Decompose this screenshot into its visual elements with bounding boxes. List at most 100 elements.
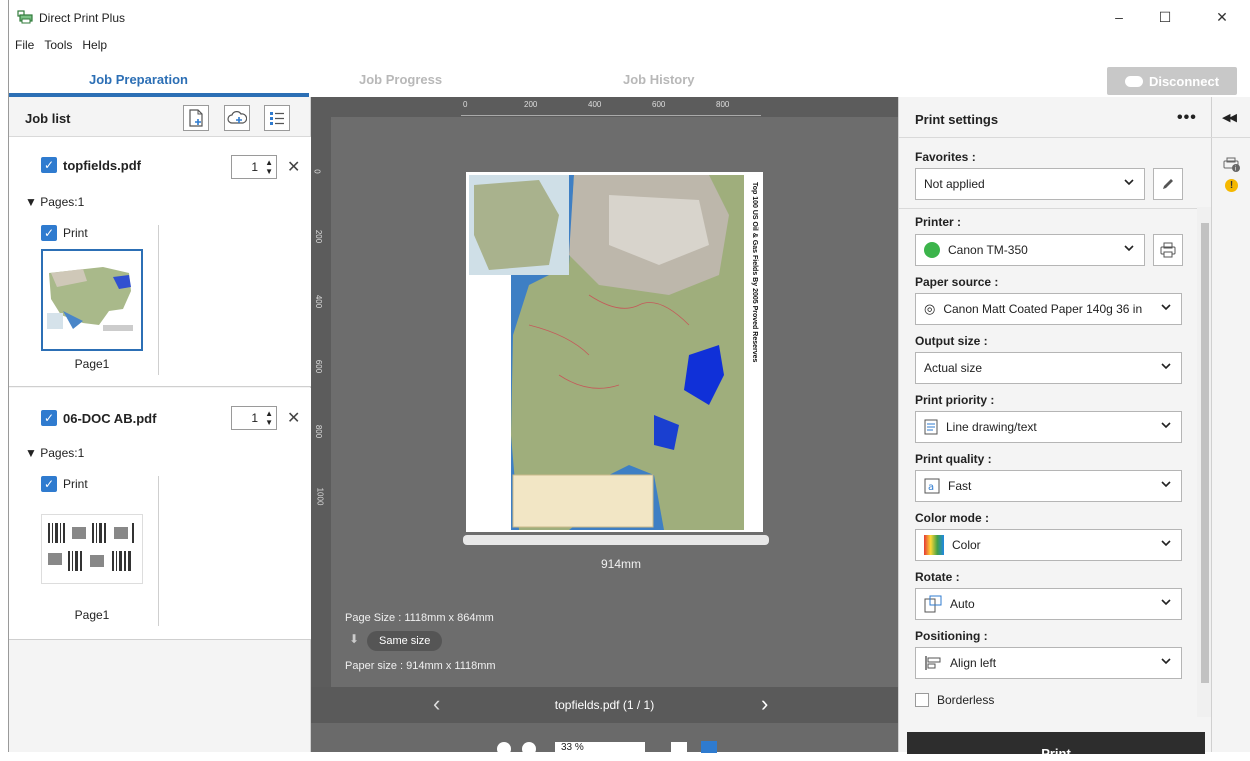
disconnect-button[interactable]: Disconnect xyxy=(1107,67,1237,95)
zoom-input[interactable]: 33 % xyxy=(555,742,645,756)
tab-job-preparation[interactable]: Job Preparation xyxy=(89,72,188,87)
print-settings-panel: Print settings ••• Favorites : Not appli… xyxy=(898,97,1213,761)
ruler-tick: 200 xyxy=(314,229,324,244)
add-file-button[interactable] xyxy=(183,105,209,131)
edit-favorites-button[interactable] xyxy=(1153,168,1183,200)
chevron-down-icon xyxy=(1161,658,1171,665)
next-page-icon[interactable]: › xyxy=(761,691,768,717)
print-checkbox[interactable]: ✓ xyxy=(41,225,57,241)
chevron-down-icon xyxy=(1161,422,1171,429)
preview-area[interactable]: 0 200 400 600 800 0 200 400 600 800 1000 xyxy=(311,97,898,756)
pages-toggle[interactable]: ▼ Pages:1 xyxy=(25,195,84,209)
print-button[interactable]: Print xyxy=(907,732,1205,761)
settings-scrollbar-thumb[interactable] xyxy=(1201,223,1209,683)
borderless-option[interactable]: Borderless xyxy=(915,693,994,707)
paper-preview: Top 100 US Oil & Gas Fields By 2005 Prov… xyxy=(466,172,763,532)
chevron-down-icon xyxy=(1161,599,1171,606)
warning-icon[interactable]: ! xyxy=(1225,179,1238,192)
map-preview-image xyxy=(469,175,744,530)
print-priority-label: Print priority : xyxy=(915,393,995,407)
output-size-value: Actual size xyxy=(924,361,983,375)
rotate-label: Rotate : xyxy=(915,570,960,584)
stepper-arrows-icon[interactable]: ▲ ▼ xyxy=(265,158,273,176)
add-cloud-icon xyxy=(227,111,247,124)
job-checkbox[interactable]: ✓ xyxy=(41,157,57,173)
rotate-select[interactable]: Auto xyxy=(915,588,1182,620)
page-print-row: ✓ Print xyxy=(41,476,88,492)
stepper-arrows-icon[interactable]: ▲ ▼ xyxy=(265,409,273,427)
positioning-select[interactable]: Align left xyxy=(915,647,1182,679)
remove-job-button[interactable]: ✕ xyxy=(287,157,300,177)
more-options-icon[interactable]: ••• xyxy=(1177,109,1197,127)
chevron-down-icon xyxy=(1161,540,1171,547)
remove-job-button[interactable]: ✕ xyxy=(287,408,300,428)
tab-job-progress[interactable]: Job Progress xyxy=(359,72,442,87)
page-label: Page1 xyxy=(74,357,110,371)
ruler-tick: 0 xyxy=(463,100,468,109)
print-quality-label: Print quality : xyxy=(915,452,992,466)
job-checkbox[interactable]: ✓ xyxy=(41,410,57,426)
print-label: Print xyxy=(63,477,88,491)
tab-job-history[interactable]: Job History xyxy=(623,72,695,87)
favorites-select[interactable]: Not applied xyxy=(915,168,1145,200)
minimize-button[interactable]: – xyxy=(1096,0,1142,34)
job-list-title: Job list xyxy=(25,111,71,126)
ruler-top-scale xyxy=(461,112,761,116)
maximize-button[interactable]: ☐ xyxy=(1142,0,1188,34)
print-priority-select[interactable]: Line drawing/text xyxy=(915,411,1182,443)
output-size-select[interactable]: Actual size xyxy=(915,352,1182,384)
add-cloud-button[interactable] xyxy=(224,105,250,131)
fit-width-icon[interactable] xyxy=(701,741,717,753)
close-window-button[interactable]: ✕ xyxy=(1199,0,1245,34)
zoom-in-icon[interactable] xyxy=(522,742,536,756)
copies-stepper[interactable]: 1 ▲ ▼ xyxy=(231,155,277,179)
align-left-icon xyxy=(925,656,941,670)
triangle-down-icon: ▼ xyxy=(25,195,37,209)
fit-page-icon[interactable] xyxy=(671,742,687,754)
ruler-tick: 1000 xyxy=(315,487,325,506)
chevron-down-icon xyxy=(1124,179,1134,186)
ruler-tick: 800 xyxy=(314,424,324,439)
paper-size-text: Paper size : 914mm x 1118mm xyxy=(345,660,496,672)
printer-settings-button[interactable] xyxy=(1153,234,1183,266)
right-tool-strip: ◀◀ i ! xyxy=(1212,97,1250,752)
page-thumbnail[interactable] xyxy=(41,249,143,351)
print-checkbox[interactable]: ✓ xyxy=(41,476,57,492)
collapse-panel-icon[interactable]: ◀◀ xyxy=(1222,111,1237,124)
borderless-checkbox[interactable] xyxy=(915,693,929,707)
current-page-label: topfields.pdf (1 / 1) xyxy=(554,698,655,712)
job-item-06-doc-ab[interactable]: ✓ 06-DOC AB.pdf 1 ▲ ▼ ✕ ▼ Pages:1 ✓ Print xyxy=(9,388,311,640)
favorites-label: Favorites : xyxy=(915,150,976,164)
job-name: 06-DOC AB.pdf xyxy=(63,410,157,426)
app-printer-icon xyxy=(17,10,33,24)
printer-info-icon[interactable]: i xyxy=(1223,157,1241,173)
page-thumbnail[interactable] xyxy=(41,514,143,584)
document-icon xyxy=(924,419,938,435)
list-view-button[interactable] xyxy=(264,105,290,131)
menu-tools[interactable]: Tools xyxy=(44,38,72,58)
ruler-tick: 800 xyxy=(716,100,730,109)
menu-help[interactable]: Help xyxy=(82,38,107,58)
ruler-tick: 200 xyxy=(524,100,538,109)
zoom-out-icon[interactable] xyxy=(497,742,511,756)
rotate-value: Auto xyxy=(950,597,975,611)
list-view-icon xyxy=(270,112,284,125)
pages-toggle[interactable]: ▼ Pages:1 xyxy=(25,446,84,460)
poster-title: Top 100 US Oil & Gas Fields By 2005 Prov… xyxy=(751,182,758,363)
job-item-topfields[interactable]: ✓ topfields.pdf 1 ▲ ▼ ✕ ▼ Pages:1 ✓ Print xyxy=(9,137,311,387)
menu-file[interactable]: File xyxy=(15,38,34,58)
divider xyxy=(899,137,1213,138)
add-file-icon xyxy=(189,109,203,127)
paper-source-select[interactable]: ◎ Canon Matt Coated Paper 140g 36 in xyxy=(915,293,1182,325)
printer-select[interactable]: Canon TM-350 xyxy=(915,234,1145,266)
copies-value: 1 xyxy=(251,411,258,425)
printer-icon xyxy=(1160,242,1176,258)
print-quality-select[interactable]: a Fast xyxy=(915,470,1182,502)
pencil-icon xyxy=(1163,179,1173,189)
job-name-row: ✓ 06-DOC AB.pdf xyxy=(41,410,156,426)
copies-stepper[interactable]: 1 ▲ ▼ xyxy=(231,406,277,430)
color-mode-select[interactable]: Color xyxy=(915,529,1182,561)
same-size-badge: Same size xyxy=(367,631,443,651)
paper-source-value: Canon Matt Coated Paper 140g 36 in xyxy=(943,302,1143,316)
page-print-row: ✓ Print xyxy=(41,225,88,241)
